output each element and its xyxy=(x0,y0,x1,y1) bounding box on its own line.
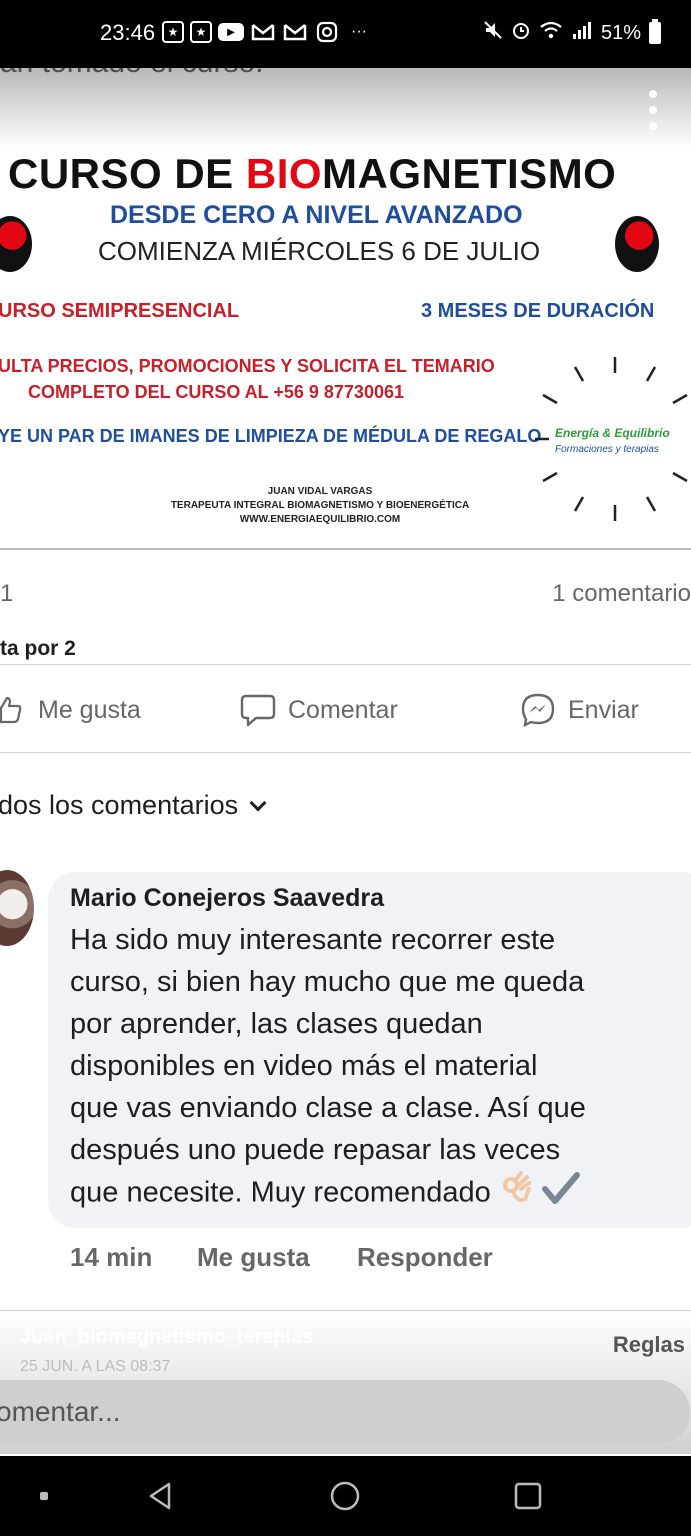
magnet-icon xyxy=(0,216,32,272)
logo-subtext: Formaciones y terapias xyxy=(555,444,659,455)
banner-modality: URSO SEMIPRESENCIAL xyxy=(0,300,240,322)
comment-reply-button[interactable]: Responder xyxy=(357,1242,493,1273)
instagram-icon xyxy=(314,20,340,44)
post-text-cut: an tomado el curso. xyxy=(0,68,263,80)
send-label: Enviar xyxy=(568,695,639,724)
signal-icon xyxy=(571,20,593,46)
footer-divider xyxy=(0,1310,691,1311)
magnet-icon xyxy=(615,216,659,272)
comment-label: Comentar xyxy=(288,695,398,724)
comment-bubble: Mario Conejeros Saavedra Ha sido muy int… xyxy=(48,872,691,1228)
avatar[interactable] xyxy=(0,870,34,946)
navigation-bar xyxy=(0,1456,691,1536)
banner-gift-line: YE UN PAR DE IMANES DE LIMPIEZA DE MÉDUL… xyxy=(0,426,542,446)
youtube-icon: ▶ xyxy=(218,23,244,41)
star-app-icon: ★ xyxy=(162,21,184,43)
banner-title-part: CURSO DE xyxy=(8,150,246,197)
comment-line: disponibles en video más el material xyxy=(70,1050,538,1082)
comment-button[interactable]: Comentar xyxy=(240,688,398,732)
logo-text: Energía & Equilibrio xyxy=(555,426,670,440)
actions-divider xyxy=(0,752,691,753)
gmail-icon xyxy=(282,20,308,44)
status-time: 23:46 xyxy=(100,20,156,45)
comment-line: por aprender, las clases quedan xyxy=(70,1008,483,1040)
comments-count[interactable]: 1 comentario xyxy=(552,580,691,608)
more-notifications-icon: ··· xyxy=(351,23,367,40)
star-app-icon: ★ xyxy=(190,21,212,43)
nav-dot-icon[interactable] xyxy=(24,1476,64,1516)
alarm-icon xyxy=(511,20,531,46)
thumbs-up-icon xyxy=(0,692,26,728)
watermark-date: 25 JUN. A LAS 08:37 xyxy=(20,1358,171,1375)
recent-apps-icon[interactable] xyxy=(508,1476,548,1516)
send-button[interactable]: Enviar xyxy=(520,688,639,732)
comment-bubble-icon xyxy=(240,692,276,728)
comment-filter-label: dos los comentarios xyxy=(0,790,239,820)
image-top-shade xyxy=(0,68,691,148)
notification-icons: ★ ★ ▶ ··· xyxy=(162,20,372,44)
messenger-icon xyxy=(520,692,556,728)
watermark-username: Juan_biomagnetismo_terapias xyxy=(20,1326,314,1348)
banner-title-red: BIO xyxy=(245,150,323,197)
system-icons: 51% xyxy=(483,19,661,46)
status-bar: 23:46 ★ ★ ▶ ··· 51% xyxy=(0,0,691,68)
reactions-count[interactable]: 1 xyxy=(0,580,13,608)
post-image[interactable]: an tomado el curso. CURSO DE BIOMAGNETIS… xyxy=(0,68,691,550)
seen-by[interactable]: ta por 2 xyxy=(0,637,76,661)
banner-contact-line2: COMPLETO DEL CURSO AL +56 9 87730061 xyxy=(28,382,404,402)
comment-line: Ha sido muy interesante recorrer este xyxy=(70,924,556,956)
banner-title: CURSO DE BIOMAGNETISMO xyxy=(8,150,616,198)
banner-contact-line1: ULTA PRECIOS, PROMOCIONES Y SOLICITA EL … xyxy=(0,356,495,376)
ok-hand-emoji-icon xyxy=(499,1171,533,1217)
mute-icon xyxy=(483,20,503,46)
comment-input[interactable]: omentar... xyxy=(0,1380,690,1444)
banner-start-date: COMIENZA MIÉRCOLES 6 DE JULIO xyxy=(98,236,541,266)
chevron-down-icon xyxy=(249,794,267,811)
comment-line-last: que necesite. Muy recomendado xyxy=(70,1171,690,1217)
banner-title-part: MAGNETISMO xyxy=(322,150,617,197)
battery-icon xyxy=(649,19,661,44)
like-label: Me gusta xyxy=(38,695,141,724)
comment-author[interactable]: Mario Conejeros Saavedra xyxy=(70,884,686,913)
rules-link[interactable]: Reglas xyxy=(613,1332,685,1358)
stats-divider xyxy=(0,664,691,665)
home-icon[interactable] xyxy=(325,1476,365,1516)
wifi-icon xyxy=(539,20,563,46)
check-mark-icon xyxy=(541,1171,581,1217)
banner-author-title: TERAPEUTA INTEGRAL BIOMAGNETISMO Y BIOEN… xyxy=(170,500,470,511)
like-button[interactable]: Me gusta xyxy=(0,688,141,732)
gmail-icon xyxy=(250,20,276,44)
banner-website: WWW.ENERGIAEQUILIBRIO.COM xyxy=(239,514,401,525)
comment-time: 14 min xyxy=(70,1242,153,1272)
banner-duration: 3 MESES DE DURACIÓN xyxy=(421,300,655,322)
comment-line: que vas enviando clase a clase. Así que xyxy=(70,1092,586,1124)
energia-equilibrio-logo xyxy=(535,353,691,533)
image-divider xyxy=(0,548,691,550)
comment-line: que necesite. Muy recomendado xyxy=(70,1176,491,1209)
comment-line: después uno puede repasar las veces xyxy=(70,1134,561,1166)
comment-filter-dropdown[interactable]: dos los comentarios xyxy=(0,790,267,821)
banner-subtitle: DESDE CERO A NIVEL AVANZADO xyxy=(110,201,523,229)
comment-like-button[interactable]: Me gusta xyxy=(197,1242,310,1273)
comment-line: curso, si bien hay mucho que me queda xyxy=(70,966,585,998)
more-options-icon[interactable] xyxy=(649,90,657,130)
comment-text: Ha sido muy interesante recorrer este cu… xyxy=(70,919,690,1217)
banner-author: JUAN VIDAL VARGAS xyxy=(267,486,373,497)
battery-percent: 51% xyxy=(600,21,641,44)
back-icon[interactable] xyxy=(140,1476,180,1516)
